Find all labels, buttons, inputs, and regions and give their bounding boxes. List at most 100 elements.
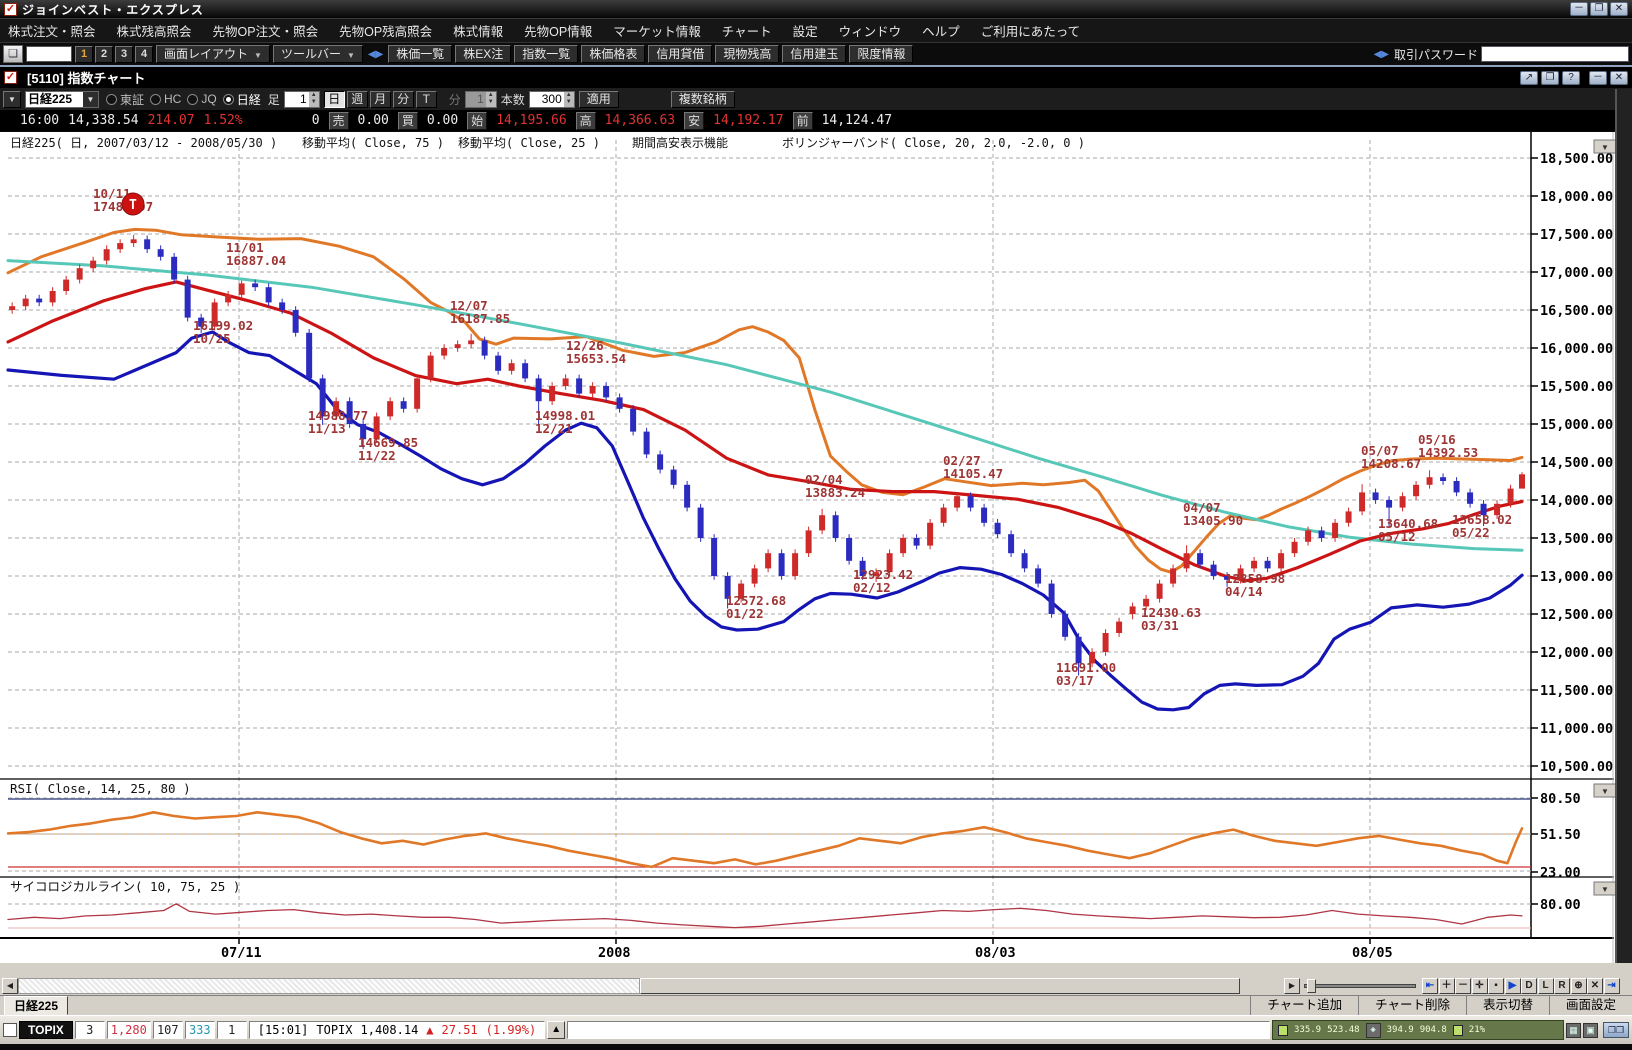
trade-password-input[interactable] [1481,46,1629,62]
toolbar-button-5[interactable]: 現物残高 [715,45,779,63]
status-bar: TOPIX 31,2801073331 [15:01] TOPIX 1,408.… [0,1015,1632,1044]
zoom-slider-thumb[interactable] [1307,979,1316,993]
menu-item-1[interactable]: 株式残高照会 [117,21,192,40]
help-icon[interactable]: ? [1562,71,1580,85]
chart-tool-icon-2[interactable]: － [1455,978,1471,994]
chart-tool-icon-8[interactable]: R [1554,978,1570,994]
y-axis-label: 18,000.00 [1540,189,1613,205]
bar-meter-icon-2 [1453,1025,1463,1036]
menu-item-8[interactable]: 設定 [793,21,818,40]
menu-item-11[interactable]: ご利用にあたって [981,21,1080,40]
pre-value: 0.00 [427,113,458,128]
period-button-週[interactable]: 週 [347,91,368,108]
toolbar-button-7[interactable]: 限度情報 [849,45,913,63]
up-arrow-icon: ▲ [426,1023,433,1037]
mini-chart-icon[interactable]: ▦ [1566,1023,1581,1038]
zoom-slider-track[interactable] [1304,984,1416,988]
index-badge[interactable]: TOPIX [19,1021,73,1039]
market-radio-JQ[interactable]: JQ [187,91,216,108]
workspace-tab-1[interactable]: 1 [75,46,93,63]
mini-grid-icon[interactable]: ▣ [1583,1023,1598,1038]
toolbar-button-2[interactable]: 指数一覧 [514,45,578,63]
splitter-icon-right[interactable]: ◀▶ [1372,49,1391,60]
menu-item-6[interactable]: マーケット情報 [613,21,701,40]
bars-stepper[interactable]: 300▲▼ [529,91,575,108]
minimize-button[interactable]: － [1570,2,1588,16]
cascade-windows-icon[interactable]: ❏ [3,45,23,63]
chart-minimize-button[interactable]: － [1589,71,1607,85]
workspace-tab-2[interactable]: 2 [95,46,113,63]
stacked-windows-icon[interactable]: ❐❐ [1603,1022,1629,1038]
chart-tool-icon-7[interactable]: L [1538,978,1554,994]
chart-controls: ▼ 日経225 ▼ 東証HCJQ日経 足 1▲▼ 日週月分T 分 1▲▼ 本数 … [0,88,1632,110]
y-axis-label: 12,500.00 [1540,607,1613,623]
close-button[interactable]: ✕ [1610,2,1628,16]
scrollbar-track[interactable] [18,978,640,994]
chart-close-button[interactable]: ✕ [1610,71,1628,85]
menu-item-2[interactable]: 先物OP注文・照会 [213,21,319,40]
toolbar-button-1[interactable]: 株EX注 [455,45,511,63]
scroll-right-icon[interactable]: ▶ [1284,978,1300,994]
menu-item-9[interactable]: ウィンドウ [839,21,902,40]
period-button-日[interactable]: 日 [324,91,345,108]
toolbar-button-4[interactable]: 信用貸借 [648,45,712,63]
menu-item-4[interactable]: 株式情報 [453,21,503,40]
menu-item-0[interactable]: 株式注文・照会 [8,21,96,40]
symbol-combo[interactable]: 日経225 ▼ [25,91,99,108]
duplicate-icon[interactable]: ❐ [1541,71,1559,85]
workspace-tab-4[interactable]: 4 [135,46,153,63]
menu-item-7[interactable]: チャート [722,21,772,40]
period-button-T[interactable]: T [416,91,437,108]
screen-layout-button[interactable]: 画面レイアウト▼ [156,45,270,63]
chart-tool-icon-10[interactable]: ✕ [1587,978,1603,994]
chart-tool-icon-3[interactable]: ✛ [1472,978,1488,994]
market-radio-HC[interactable]: HC [150,91,181,108]
menu-item-10[interactable]: ヘルプ [922,21,960,40]
chart-tool-icon-4[interactable]: ▪ [1488,978,1504,994]
multi-symbol-button[interactable]: 複数銘柄 [671,91,735,108]
network-icon: ◈ [1366,1023,1381,1038]
symbol-history-dropdown[interactable]: ▼ [3,91,21,108]
chart-canvas[interactable]: 日経225( 日, 2007/03/12 - 2008/05/30 )移動平均(… [0,132,1632,963]
bottom-button-0[interactable]: チャート追加 [1250,996,1358,1015]
workspace-input[interactable] [26,46,72,62]
toolbar-button-6[interactable]: 信用建玉 [782,45,846,63]
toolbar-button-0[interactable]: 株価一覧 [388,45,452,63]
chart-tool-icon-5[interactable]: ▶ [1505,978,1521,994]
expand-up-icon[interactable]: ▲ [547,1021,565,1039]
chart-tool-icon-0[interactable]: ⇤ [1422,978,1438,994]
splitter-icon[interactable]: ◀▶ [366,49,385,60]
chart-tool-icon-11[interactable]: ⇥ [1604,978,1620,994]
apply-button[interactable]: 適用 [579,91,619,108]
popout-icon[interactable]: ↗ [1520,71,1538,85]
menu-item-5[interactable]: 先物OP情報 [524,21,592,40]
chart-tool-icon-6[interactable]: D [1521,978,1537,994]
chart-tool-icon-1[interactable]: ＋ [1439,978,1455,994]
status-checkbox[interactable] [3,1023,17,1037]
market-radio-日経[interactable]: 日経 [223,91,261,108]
psych-label: サイコロジカルライン( 10, 75, 25 ) [10,879,240,894]
period-button-分[interactable]: 分 [393,91,414,108]
ashi-stepper[interactable]: 1▲▼ [284,91,320,108]
workspace-tab-3[interactable]: 3 [115,46,133,63]
toolbar-menu-button[interactable]: ツールバー▼ [273,45,363,63]
bottom-button-1[interactable]: チャート削除 [1358,996,1466,1015]
scrollbar-thumb[interactable] [640,978,1240,994]
quote-time: [15:01] [258,1023,309,1037]
market-radio-東証[interactable]: 東証 [106,91,144,108]
scroll-left-icon[interactable]: ◀ [2,978,18,994]
restore-button[interactable]: ❐ [1590,2,1608,16]
low-price: 14,192.17 [713,113,783,128]
price-info-bar: 16:00 14,338.54 214.07 1.52% 0 売 0.00 買 … [0,110,1632,131]
chart-area[interactable]: 日経225( 日, 2007/03/12 - 2008/05/30 )移動平均(… [0,132,1632,963]
y-axis-label: 10,500.00 [1540,759,1613,775]
radio-label: HC [164,92,181,106]
chart-tool-icon-9[interactable]: ⊕ [1571,978,1587,994]
bottom-button-2[interactable]: 表示切替 [1466,996,1549,1015]
menu-item-3[interactable]: 先物OP残高照会 [339,21,432,40]
tab-nikkei225[interactable]: 日経225 [4,996,68,1015]
bottom-button-3[interactable]: 画面設定 [1549,996,1632,1015]
toolbar-button-3[interactable]: 株価格表 [581,45,645,63]
prev-label: 前 [793,112,813,130]
period-button-月[interactable]: 月 [370,91,391,108]
